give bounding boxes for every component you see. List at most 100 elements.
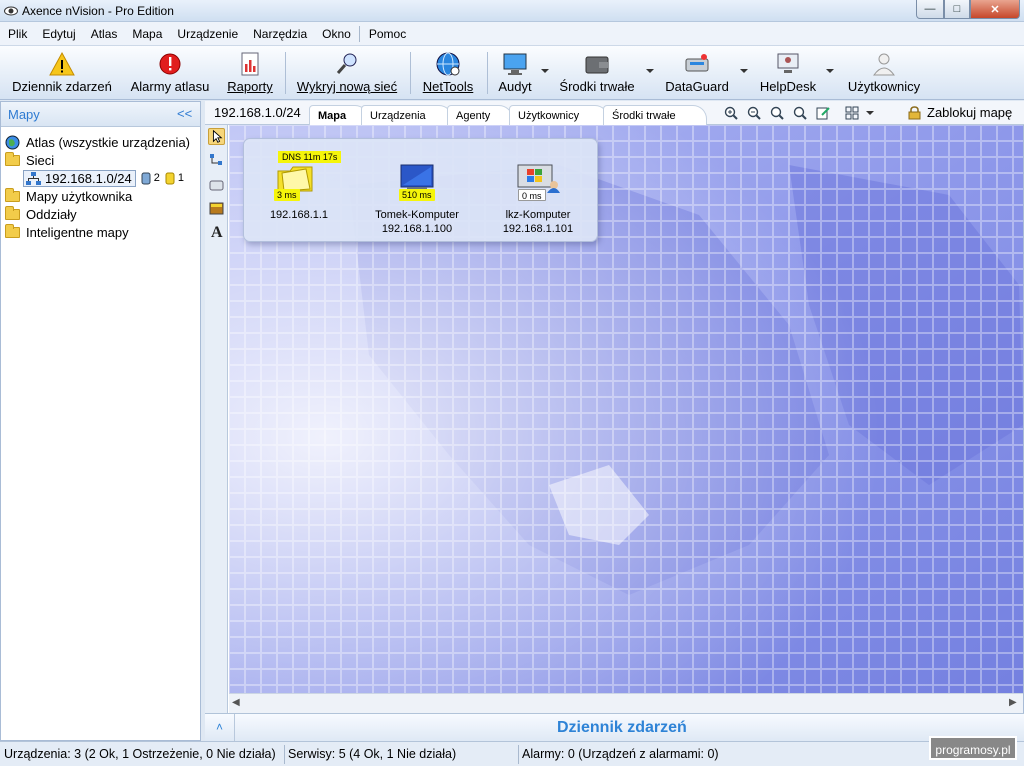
- nettools-button[interactable]: NetTools: [416, 48, 480, 98]
- toolbar-separator: [285, 52, 286, 94]
- network-icon: [26, 171, 41, 185]
- tab-agenty[interactable]: Agenty: [447, 105, 513, 125]
- horizontal-scrollbar[interactable]: ◀ ▶: [229, 693, 1023, 713]
- alarmy-atlasu-button[interactable]: Alarmy atlasu: [124, 48, 216, 98]
- globe-icon: [5, 135, 20, 149]
- alarm-icon: [159, 53, 181, 75]
- ping-badge: 0 ms: [518, 189, 546, 201]
- close-button[interactable]: ✕: [970, 0, 1020, 19]
- device-label: lkz-Komputer 192.168.1.101: [478, 208, 598, 236]
- zoom-fit-icon[interactable]: [793, 106, 807, 120]
- ok-status-icon: [141, 172, 151, 184]
- tree-item-inteligentne-mapy[interactable]: Inteligentne mapy: [5, 223, 129, 241]
- raporty-label: Raporty: [227, 79, 273, 94]
- tree-item-mapy-uzytkownika[interactable]: Mapy użytkownika: [5, 187, 132, 205]
- menu-plik[interactable]: Plik: [0, 27, 34, 41]
- zoom-in-icon[interactable]: [724, 106, 738, 120]
- rectangle-tool-icon[interactable]: [208, 177, 225, 194]
- tree-label-inteligentne-mapy: Inteligentne mapy: [26, 224, 129, 240]
- tree-label-mapy-uzytkownika: Mapy użytkownika: [26, 188, 133, 204]
- svg-text:A: A: [211, 224, 223, 239]
- uzytkownicy-button[interactable]: Użytkownicy: [842, 48, 926, 98]
- scroll-right-arrow[interactable]: ▶: [1009, 697, 1017, 708]
- folder-icon: [5, 223, 20, 238]
- srodki-trwale-button[interactable]: Środki trwałe: [554, 48, 640, 98]
- edit-map-icon[interactable]: [816, 106, 830, 120]
- wykryj-nowa-siec-button[interactable]: Wykryj nową sieć: [290, 48, 404, 98]
- menu-atlas[interactable]: Atlas: [83, 27, 125, 41]
- tree-item-sieci[interactable]: Sieci: [5, 151, 54, 169]
- folder-icon: [5, 151, 20, 166]
- tree-label-subnet: 192.168.1.0/24: [45, 170, 132, 186]
- image-tool-icon[interactable]: [208, 200, 225, 217]
- menu-narzedzia[interactable]: Narzędzia: [245, 27, 314, 41]
- current-map-path: 192.168.1.0/24: [214, 105, 301, 120]
- dziennik-zdarzen-label: Dziennik zdarzeń: [12, 79, 112, 94]
- tab-urzadzenia[interactable]: Urządzenia: [361, 105, 453, 125]
- tree-item-oddzialy[interactable]: Oddziały: [5, 205, 77, 223]
- audyt-dropdown-arrow[interactable]: [541, 69, 549, 73]
- dziennik-zdarzen-button[interactable]: Dziennik zdarzeń: [4, 48, 120, 98]
- menu-edytuj[interactable]: Edytuj: [34, 27, 82, 41]
- event-log-bar[interactable]: ˄ Dziennik zdarzeń: [205, 713, 1024, 741]
- expand-event-log-button[interactable]: ˄: [205, 714, 235, 741]
- dataguard-dropdown-arrow[interactable]: [740, 69, 748, 73]
- device-lkz-komputer[interactable]: 0 ms lkz-Komputer 192.168.1.101: [478, 139, 598, 243]
- monitor-icon: [503, 53, 527, 75]
- tab-mapa[interactable]: Mapa: [309, 105, 369, 126]
- raporty-button[interactable]: Raporty: [222, 48, 278, 98]
- lock-icon: [908, 106, 921, 120]
- maps-panel-header: Mapy <<: [1, 102, 200, 127]
- map-tab-bar: 192.168.1.0/24 Mapa Urządzenia Agenty Uż…: [205, 101, 1024, 126]
- layout-icon[interactable]: [845, 106, 859, 120]
- dataguard-button[interactable]: DataGuard: [660, 48, 734, 98]
- subnet-selected-box: 192.168.1.0/24: [23, 169, 136, 187]
- subnet-warning-count: 1: [177, 172, 184, 184]
- watermark: programosy.pl: [929, 736, 1017, 760]
- lock-map-button[interactable]: Zablokuj mapę: [927, 105, 1012, 120]
- globe-icon: [436, 52, 460, 76]
- zoom-out-icon[interactable]: [747, 106, 761, 120]
- device-ip: 192.168.1.101: [502, 223, 574, 235]
- warning-status-icon: [165, 172, 175, 184]
- connection-tool-icon[interactable]: [208, 151, 225, 168]
- text-tool-icon[interactable]: A: [208, 222, 225, 239]
- helpdesk-button[interactable]: HelpDesk: [754, 48, 822, 98]
- map-tool-strip: A: [205, 125, 228, 713]
- toolbar-separator: [487, 52, 488, 94]
- maps-panel-title: Mapy: [8, 107, 40, 122]
- menu-separator: [358, 25, 360, 42]
- collapse-panel-button[interactable]: <<: [177, 106, 192, 121]
- menu-pomoc[interactable]: Pomoc: [361, 27, 413, 41]
- warning-icon: [49, 51, 75, 76]
- device-tomek-komputer[interactable]: 510 ms Tomek-Komputer 192.168.1.100: [357, 139, 477, 243]
- layout-dropdown-arrow[interactable]: [866, 111, 874, 115]
- dns-service-badge: DNS 11m 17s: [278, 151, 342, 163]
- pointer-tool-icon[interactable]: [208, 128, 225, 145]
- tree-label-sieci: Sieci: [26, 152, 55, 168]
- wallet-icon: [585, 56, 609, 74]
- srodki-trwale-label: Środki trwałe: [559, 79, 635, 94]
- zoom-actual-icon[interactable]: [770, 106, 784, 120]
- tab-srodki-trwale[interactable]: Środki trwałe: [603, 105, 707, 125]
- tree-item-subnet[interactable]: 192.168.1.0/24 2 1: [23, 169, 184, 187]
- menu-urzadzenie[interactable]: Urządzenie: [169, 27, 245, 41]
- tab-uzytkownicy[interactable]: Użytkownicy: [509, 105, 609, 125]
- status-separator: [284, 745, 285, 764]
- device-ip: 192.168.1.100: [381, 223, 453, 235]
- toolbar-separator: [410, 52, 411, 94]
- scroll-left-arrow[interactable]: ◀: [232, 697, 240, 708]
- main-toolbar: Dziennik zdarzeń Alarmy atlasu Raporty W…: [0, 46, 1024, 100]
- helpdesk-dropdown-arrow[interactable]: [826, 69, 834, 73]
- menu-mapa[interactable]: Mapa: [124, 27, 169, 41]
- audyt-button[interactable]: Audyt: [492, 48, 538, 98]
- srodki-dropdown-arrow[interactable]: [646, 69, 654, 73]
- dataguard-label: DataGuard: [665, 79, 729, 94]
- alarmy-atlasu-label: Alarmy atlasu: [130, 79, 210, 94]
- minimize-button[interactable]: —: [916, 0, 944, 19]
- tree-item-atlas[interactable]: Atlas (wszystkie urządzenia): [5, 133, 190, 151]
- ping-badge: 3 ms: [274, 189, 300, 201]
- menu-okno[interactable]: Okno: [314, 27, 358, 41]
- maximize-button[interactable]: □: [944, 0, 970, 19]
- status-devices: Urządzenia: 3 (2 Ok, 1 Ostrzeżenie, 0 Ni…: [4, 747, 276, 761]
